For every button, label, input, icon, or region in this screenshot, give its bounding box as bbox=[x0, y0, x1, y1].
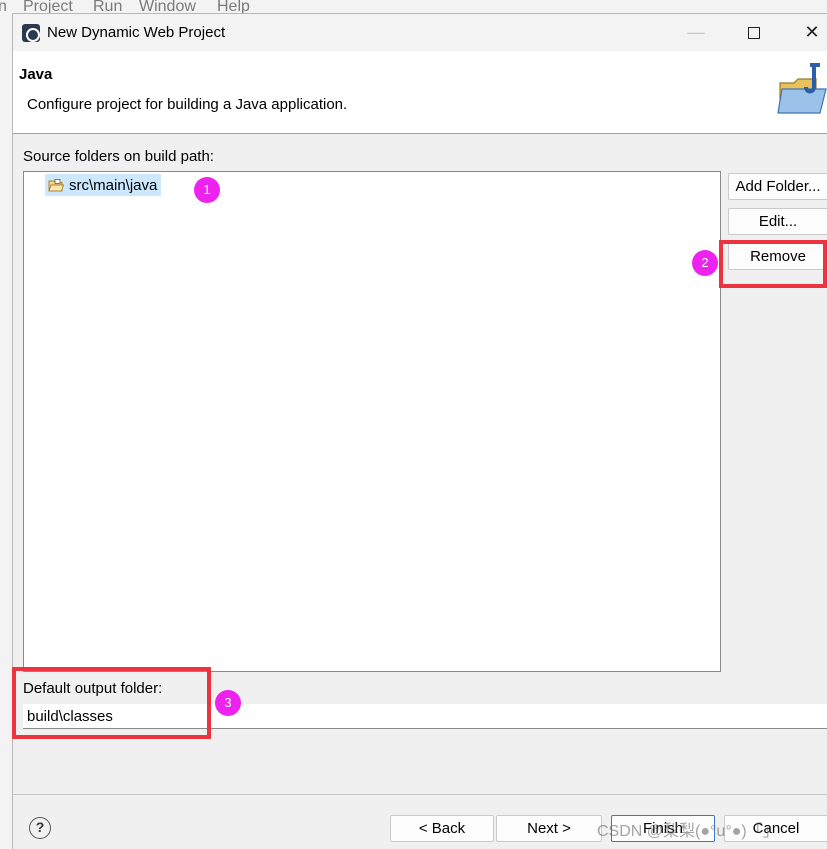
tree-item-label: src\main\java bbox=[69, 176, 158, 194]
maximize-button[interactable] bbox=[731, 14, 777, 51]
annotation-badge-3: 3 bbox=[215, 690, 241, 716]
back-button[interactable]: < Back bbox=[390, 815, 494, 842]
maximize-icon bbox=[748, 27, 760, 40]
tree-item-source-folder[interactable]: src\main\java bbox=[45, 174, 162, 196]
watermark: CSDN @梨梨(●°u°●)「」 bbox=[597, 823, 779, 840]
dialog-title: New Dynamic Web Project bbox=[47, 24, 226, 41]
source-folders-tree[interactable]: src\main\java bbox=[23, 171, 721, 672]
background-menu-item: n bbox=[0, 0, 7, 15]
eclipse-app-icon bbox=[22, 24, 40, 42]
page-description: Configure project for building a Java ap… bbox=[27, 96, 348, 113]
annotation-badge-1: 1 bbox=[194, 177, 220, 203]
java-folder-wizard-icon bbox=[777, 63, 827, 114]
wizard-header: Java Configure project for building a Ja… bbox=[13, 51, 827, 134]
background-window-edge bbox=[0, 16, 12, 849]
footer-separator bbox=[13, 794, 827, 795]
package-folder-icon bbox=[48, 178, 64, 191]
minimize-button[interactable]: — bbox=[673, 14, 719, 51]
page-title: Java bbox=[19, 66, 53, 83]
edit-button[interactable]: Edit... bbox=[728, 208, 827, 235]
annotation-box-remove bbox=[719, 240, 827, 288]
dialog-titlebar: New Dynamic Web Project — ✕ bbox=[13, 14, 827, 51]
annotation-box-output-folder bbox=[12, 667, 211, 739]
add-folder-button[interactable]: Add Folder... bbox=[728, 173, 827, 200]
help-button[interactable]: ? bbox=[29, 817, 51, 839]
annotation-badge-2: 2 bbox=[692, 250, 718, 276]
next-button[interactable]: Next > bbox=[496, 815, 602, 842]
close-button[interactable]: ✕ bbox=[789, 14, 827, 51]
source-folders-label: Source folders on build path: bbox=[23, 148, 214, 165]
